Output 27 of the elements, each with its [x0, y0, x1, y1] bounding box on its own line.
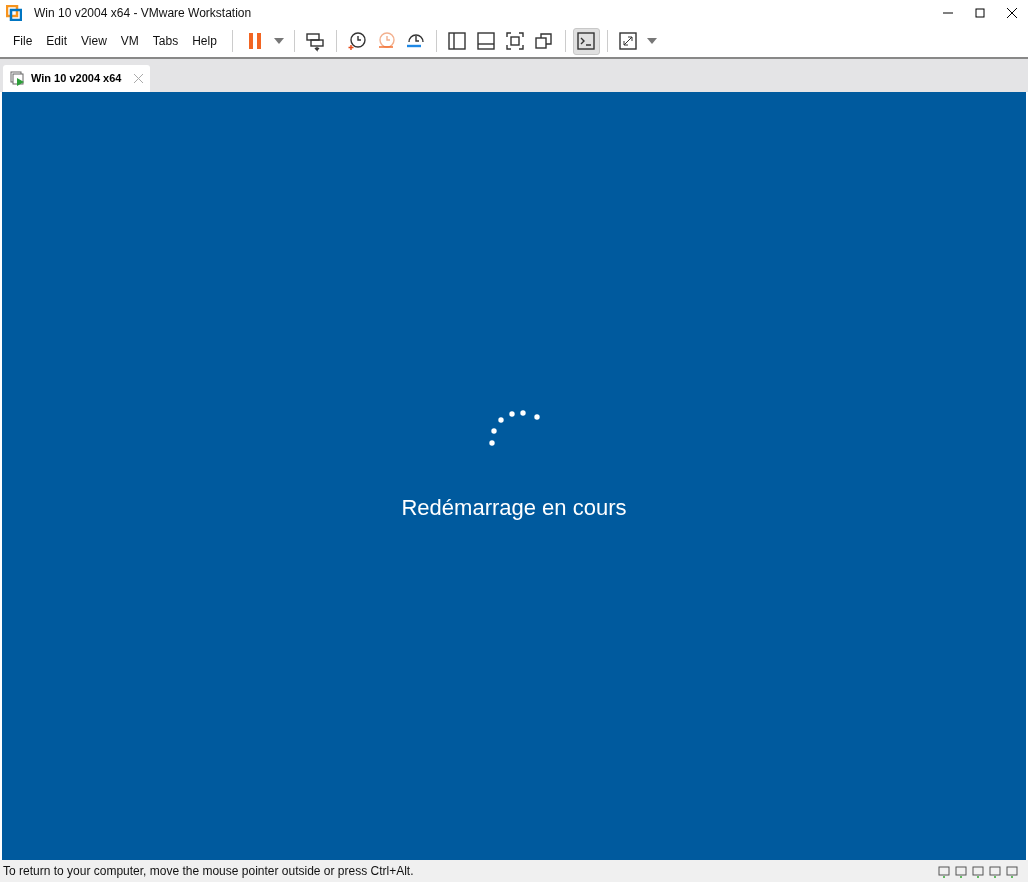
- maximize-icon[interactable]: [975, 7, 985, 18]
- menu-item[interactable]: View: [74, 29, 114, 53]
- caret-icon: [646, 38, 657, 44]
- close-icon[interactable]: [1007, 7, 1017, 18]
- vm-screen[interactable]: Redémarrage en cours: [2, 92, 1026, 860]
- toolbar-button[interactable]: [572, 27, 600, 55]
- vm-tab[interactable]: Win 10 v2004 x64: [3, 65, 151, 92]
- menu-item[interactable]: Edit: [39, 29, 75, 53]
- menu-item[interactable]: Help: [185, 29, 224, 53]
- bottom-panel-layout-icon: [475, 30, 498, 52]
- pause-icon: [248, 32, 263, 50]
- vm-play-icon: [10, 70, 26, 87]
- sidebar-layout-icon: [446, 30, 469, 52]
- app-logo-icon: [6, 4, 22, 21]
- clock-icon: [346, 30, 369, 52]
- caret-icon: [273, 38, 284, 44]
- tab-label: Win 10 v2004 x64: [31, 71, 122, 87]
- loading-spinner-icon: [488, 408, 540, 447]
- window-title: Win 10 v2004 x64 - VMware Workstation: [34, 4, 252, 22]
- status-text: To return to your computer, move the mouse pointer outside or press Ctrl+Alt.: [3, 863, 414, 880]
- terminal-icon: [575, 30, 598, 52]
- menu-item[interactable]: VM: [113, 29, 146, 53]
- restart-message: Redémarrage en cours: [401, 493, 627, 522]
- menu-item[interactable]: File: [6, 29, 40, 53]
- menu-item[interactable]: Tabs: [145, 29, 186, 53]
- stretch-icon: [617, 30, 640, 52]
- fullscreen-icon: [504, 30, 527, 52]
